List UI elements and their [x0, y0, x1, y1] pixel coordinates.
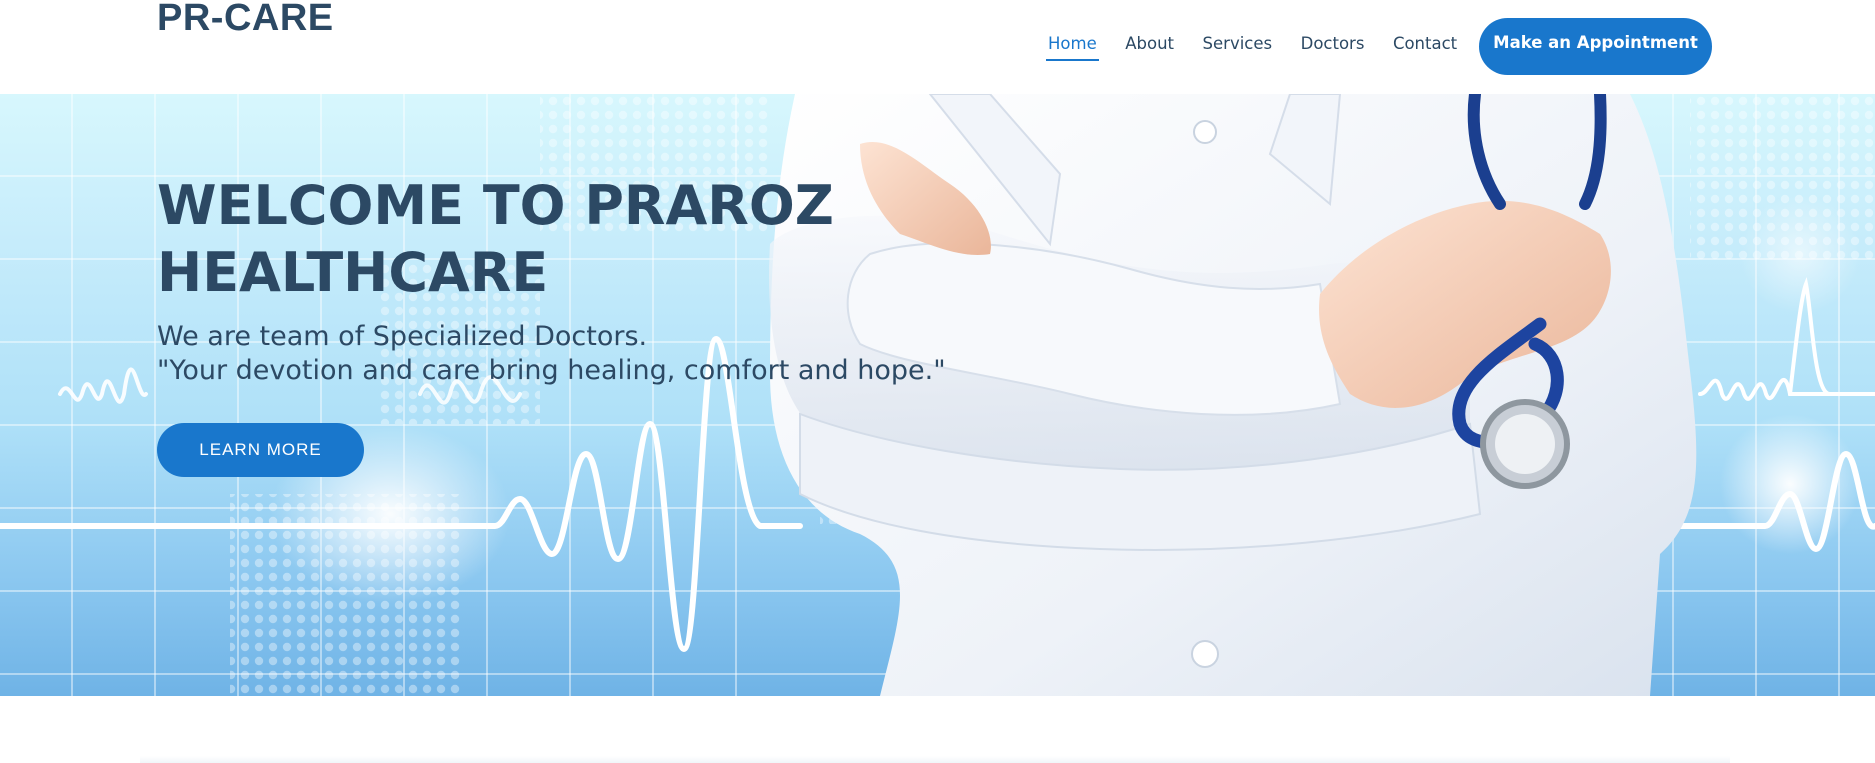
site-logo[interactable]: PR-CARE	[157, 0, 334, 38]
learn-more-button[interactable]: LEARN MORE	[157, 423, 364, 477]
hero-title: WELCOME TO PRAROZ HEALTHCARE	[157, 172, 917, 306]
hero-content: WELCOME TO PRAROZ HEALTHCARE We are team…	[157, 172, 946, 388]
main-nav: Home About Services Doctors Contact	[1046, 34, 1486, 61]
make-appointment-button[interactable]: Make an Appointment	[1479, 18, 1712, 75]
hero-section: WELCOME TO PRAROZ HEALTHCARE We are team…	[0, 94, 1875, 696]
section-card-shadow	[140, 756, 1730, 763]
hero-title-line2: HEALTHCARE	[157, 241, 549, 304]
page: PR-CARE Home About Services Doctors Cont…	[0, 0, 1875, 763]
site-header: PR-CARE Home About Services Doctors Cont…	[0, 0, 1875, 94]
next-section	[0, 696, 1875, 763]
hero-subtitle-line2: "Your devotion and care bring healing, c…	[157, 355, 946, 386]
hero-subtitle-line1: We are team of Specialized Doctors.	[157, 321, 648, 352]
nav-item-doctors[interactable]: Doctors	[1301, 34, 1365, 61]
hero-subtitle: We are team of Specialized Doctors. "You…	[157, 320, 946, 388]
nav-item-contact[interactable]: Contact	[1393, 34, 1457, 61]
nav-item-services[interactable]: Services	[1203, 34, 1273, 61]
nav-item-about[interactable]: About	[1125, 34, 1174, 61]
nav-item-home[interactable]: Home	[1046, 34, 1099, 61]
hero-title-line1: WELCOME TO PRAROZ	[157, 174, 834, 237]
